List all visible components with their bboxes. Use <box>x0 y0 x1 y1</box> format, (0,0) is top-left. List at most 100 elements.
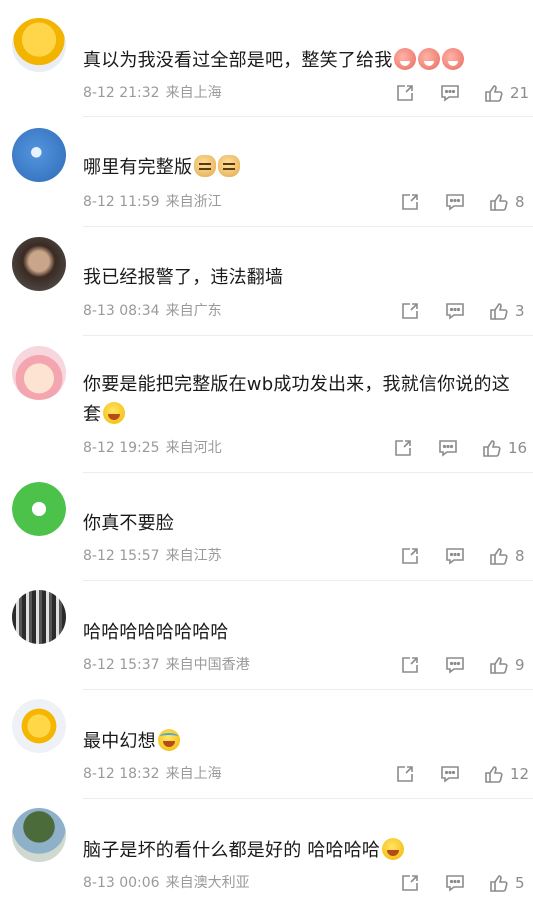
divider <box>83 689 533 690</box>
like-count: 9 <box>515 656 525 674</box>
comment-location: 来自江苏 <box>165 548 222 564</box>
comment-text: 哈哈哈哈哈哈哈哈 <box>83 617 523 648</box>
divider <box>83 798 533 799</box>
comment-icon <box>446 875 464 892</box>
forward-button[interactable] <box>393 436 413 460</box>
share-icon <box>402 303 418 319</box>
like-button[interactable]: 8 <box>489 190 525 214</box>
comment-text-content: 最中幻想 <box>83 731 156 752</box>
share-icon <box>395 440 411 456</box>
comment-date: 8-12 19:25 <box>83 440 160 456</box>
peach-emoji-icon <box>394 48 417 70</box>
divider <box>83 580 533 581</box>
comment-text-content: 哈哈哈哈哈哈哈哈 <box>83 622 229 643</box>
forward-button[interactable] <box>395 762 415 786</box>
like-button[interactable]: 16 <box>482 436 527 460</box>
like-count: 16 <box>508 439 528 457</box>
reply-button[interactable] <box>440 762 460 786</box>
crying-laugh-emoji-icon <box>157 729 180 751</box>
comment-text-content: 脑子是坏的看什么都是好的 哈哈哈哈 <box>83 840 381 861</box>
divider <box>83 335 533 336</box>
comment-location: 来自澳大利亚 <box>165 875 250 891</box>
comment-meta: 8-12 15:57 来自江苏 <box>83 546 222 566</box>
avatar[interactable] <box>12 18 66 72</box>
forward-button[interactable] <box>400 653 420 677</box>
forward-button[interactable] <box>400 190 420 214</box>
comment-icon <box>446 303 464 320</box>
comment-icon <box>441 85 459 102</box>
comment-date: 8-12 18:32 <box>83 766 160 782</box>
thumb-up-icon <box>490 875 508 892</box>
comment-icon <box>441 766 459 783</box>
avatar[interactable] <box>12 128 66 182</box>
avatar[interactable] <box>12 808 66 862</box>
doge-emoji-icon <box>218 155 241 177</box>
comment-text-content: 真以为我没看过全部是吧，整笑了给我 <box>83 50 393 71</box>
like-count: 3 <box>515 302 525 320</box>
reply-button[interactable] <box>445 190 465 214</box>
comment-text-content: 你要是能把完整版在wb成功发出来，我就信你说的这套 <box>83 374 510 425</box>
avatar[interactable] <box>12 590 66 644</box>
comment-text: 我已经报警了，违法翻墙 <box>83 262 523 293</box>
comment-text: 最中幻想 <box>83 726 523 757</box>
reply-button[interactable] <box>445 871 465 895</box>
comment-date: 8-13 08:34 <box>83 303 160 319</box>
like-button[interactable]: 3 <box>489 299 525 323</box>
comment-date: 8-13 00:06 <box>83 875 160 891</box>
like-button[interactable]: 12 <box>484 762 529 786</box>
laughing-emoji-icon <box>382 838 405 860</box>
comment-text-content: 哪里有完整版 <box>83 157 193 178</box>
reply-button[interactable] <box>445 653 465 677</box>
divider <box>83 116 533 117</box>
comment-meta: 8-12 21:32 来自上海 <box>83 83 222 103</box>
peach-emoji-icon <box>442 48 465 70</box>
like-button[interactable]: 21 <box>484 81 529 105</box>
reply-button[interactable] <box>445 544 465 568</box>
comment-text: 你要是能把完整版在wb成功发出来，我就信你说的这套 <box>83 370 523 430</box>
share-icon <box>397 85 413 101</box>
thumb-up-icon <box>490 657 508 674</box>
comment-location: 来自中国香港 <box>165 657 250 673</box>
forward-button[interactable] <box>395 81 415 105</box>
comment-icon <box>446 194 464 211</box>
comment-location: 来自广东 <box>165 303 222 319</box>
comment-meta: 8-12 11:59 来自浙江 <box>83 192 222 212</box>
like-count: 8 <box>515 193 525 211</box>
thumb-up-icon <box>485 85 503 102</box>
doge-emoji-icon <box>194 155 217 177</box>
comment-location: 来自上海 <box>165 85 222 101</box>
avatar[interactable] <box>12 699 66 753</box>
reply-button[interactable] <box>438 436 458 460</box>
like-count: 5 <box>515 874 525 892</box>
thumb-up-icon <box>485 766 503 783</box>
comment-text: 你真不要脸 <box>83 508 523 539</box>
like-button[interactable]: 9 <box>489 653 525 677</box>
thumb-up-icon <box>490 194 508 211</box>
comment-meta: 8-12 18:32 来自上海 <box>83 764 222 784</box>
comment-date: 8-12 11:59 <box>83 194 160 210</box>
share-icon <box>402 194 418 210</box>
comment-meta: 8-12 15:37 来自中国香港 <box>83 655 250 675</box>
avatar[interactable] <box>12 237 66 291</box>
avatar[interactable] <box>12 482 66 536</box>
share-icon <box>402 657 418 673</box>
comment-location: 来自浙江 <box>165 194 222 210</box>
like-button[interactable]: 5 <box>489 871 525 895</box>
comment-text: 脑子是坏的看什么都是好的 哈哈哈哈 <box>83 835 523 866</box>
forward-button[interactable] <box>400 544 420 568</box>
thumb-up-icon <box>490 303 508 320</box>
like-button[interactable]: 8 <box>489 544 525 568</box>
share-icon <box>402 548 418 564</box>
like-count: 8 <box>515 547 525 565</box>
forward-button[interactable] <box>400 871 420 895</box>
comment-date: 8-12 21:32 <box>83 85 160 101</box>
reply-button[interactable] <box>440 81 460 105</box>
comment-icon <box>446 548 464 565</box>
forward-button[interactable] <box>400 299 420 323</box>
comment-location: 来自河北 <box>165 440 222 456</box>
share-icon <box>397 766 413 782</box>
avatar[interactable] <box>12 346 66 400</box>
comment-meta: 8-12 19:25 来自河北 <box>83 438 222 458</box>
reply-button[interactable] <box>445 299 465 323</box>
peach-emoji-icon <box>418 48 441 70</box>
